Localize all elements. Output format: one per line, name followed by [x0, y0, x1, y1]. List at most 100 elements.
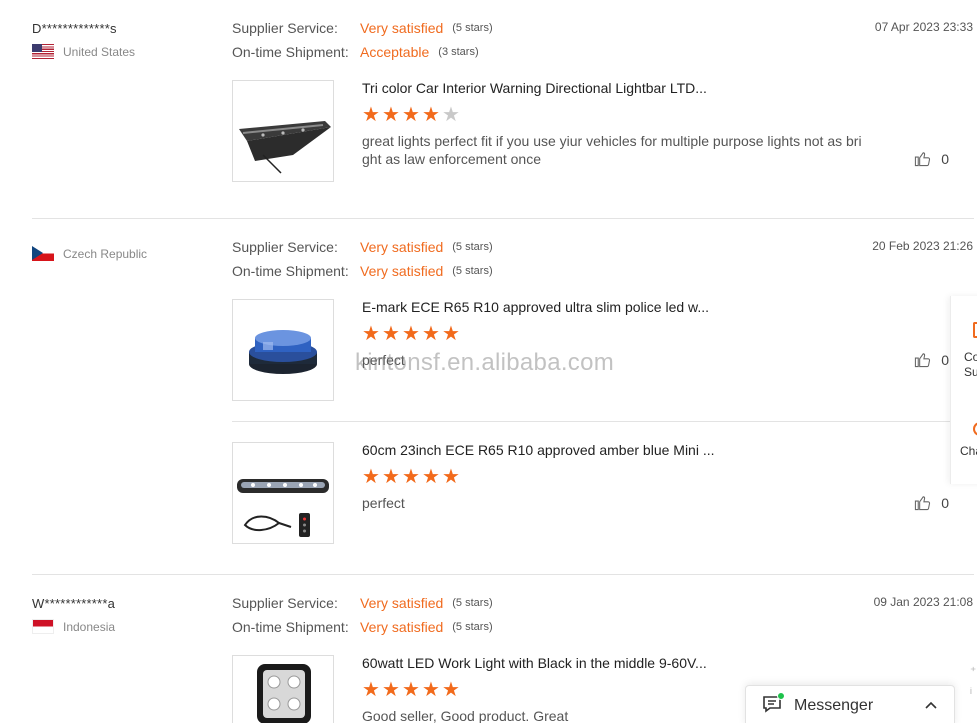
chat-now-label[interactable]: Cha — [960, 444, 977, 458]
country-name: Czech Republic — [63, 246, 148, 261]
like-count: 0 — [941, 150, 949, 167]
product-thumbnail[interactable] — [232, 80, 334, 182]
ontime-shipment-row: On-time Shipment: Very satisfied (5 star… — [232, 259, 493, 283]
star-filled-icon: ★ — [382, 466, 400, 488]
product-review: E-mark ECE R65 R10 approved ultra slim p… — [232, 299, 977, 401]
star-filled-icon: ★ — [442, 323, 460, 345]
seller-ratings: Supplier Service: Very satisfied (5 star… — [232, 591, 493, 639]
lightbar-image — [239, 121, 331, 174]
ontime-shipment-row: On-time Shipment: Very satisfied (5 star… — [232, 615, 493, 639]
star-filled-icon: ★ — [442, 679, 460, 701]
product-rating: ★ ★ ★ ★ ★ — [362, 323, 460, 345]
product-divider — [232, 421, 974, 422]
country-name: United States — [63, 44, 136, 59]
product-title-link[interactable]: Tri color Car Interior Warning Direction… — [362, 80, 707, 96]
seller-ratings: Supplier Service: Very satisfied (5 star… — [232, 16, 493, 64]
review-text: great lights perfect fit if you use yiur… — [362, 133, 862, 167]
czech-flag-icon — [32, 246, 54, 261]
star-filled-icon: ★ — [362, 466, 380, 488]
product-title-link[interactable]: E-mark ECE R65 R10 approved ultra slim p… — [362, 299, 709, 315]
chevron-up-icon[interactable] — [924, 700, 938, 710]
star-filled-icon: ★ — [382, 323, 400, 345]
us-flag-icon — [32, 44, 54, 59]
ontime-shipment-value: Very satisfied — [360, 263, 444, 279]
review-date: 09 Jan 2023 21:08 — [873, 595, 973, 609]
supplier-service-stars: (5 stars) — [452, 241, 493, 253]
ontime-shipment-stars: (5 stars) — [452, 265, 493, 277]
ontime-shipment-row: On-time Shipment: Acceptable (3 stars) — [232, 40, 493, 64]
supplier-service-value: Very satisfied — [360, 20, 444, 36]
star-filled-icon: ★ — [362, 679, 380, 701]
review-text: perfect — [362, 495, 405, 511]
star-filled-icon: ★ — [382, 679, 400, 701]
star-empty-icon: ★ — [442, 104, 460, 126]
chat-now-icon[interactable] — [973, 422, 977, 436]
star-filled-icon: ★ — [402, 323, 420, 345]
reviewer-name: W************a — [32, 596, 116, 611]
contact-supplier-label[interactable]: Co Su r — [964, 350, 977, 380]
online-indicator — [777, 691, 785, 700]
star-filled-icon: ★ — [402, 679, 420, 701]
ontime-shipment-stars: (5 stars) — [452, 621, 493, 633]
star-filled-icon: ★ — [402, 104, 420, 126]
reviewer-country: United States — [32, 44, 135, 59]
reviewer-country: Czech Republic — [32, 246, 147, 261]
star-filled-icon: ★ — [442, 466, 460, 488]
seller-ratings: Supplier Service: Very satisfied (5 star… — [232, 235, 493, 283]
star-filled-icon: ★ — [422, 323, 440, 345]
thumbs-up-icon — [915, 496, 931, 511]
product-review: 60cm 23inch ECE R65 R10 approved amber b… — [232, 442, 977, 544]
reviewer-country: Indonesia — [32, 619, 115, 634]
supplier-service-label: Supplier Service: — [232, 239, 338, 255]
work-light-image — [257, 664, 311, 723]
supplier-service-label: Supplier Service: — [232, 595, 338, 611]
product-title-link[interactable]: 60cm 23inch ECE R65 R10 approved amber b… — [362, 442, 715, 458]
thumbs-up-icon — [915, 353, 931, 368]
like-button[interactable]: 0 — [914, 351, 949, 368]
like-button[interactable]: 0 — [914, 150, 949, 167]
ontime-shipment-label: On-time Shipment: — [232, 263, 349, 279]
review-divider — [32, 574, 974, 575]
like-count: 0 — [941, 494, 949, 511]
like-button[interactable]: 0 — [914, 494, 949, 511]
star-filled-icon: ★ — [422, 466, 440, 488]
product-rating: ★ ★ ★ ★ ★ — [362, 466, 460, 488]
floating-side-panel: Co Su r Cha — [950, 296, 977, 484]
supplier-service-row: Supplier Service: Very satisfied (5 star… — [232, 591, 493, 615]
star-filled-icon: ★ — [422, 679, 440, 701]
ontime-shipment-stars: (3 stars) — [438, 46, 479, 58]
product-thumbnail[interactable] — [232, 299, 334, 401]
supplier-service-stars: (5 stars) — [452, 22, 493, 34]
ontime-shipment-value: Acceptable — [360, 44, 430, 60]
ontime-shipment-value: Very satisfied — [360, 619, 444, 635]
review-divider — [32, 218, 974, 219]
star-filled-icon: ★ — [422, 104, 440, 126]
product-thumbnail[interactable] — [232, 655, 334, 723]
supplier-service-value: Very satisfied — [360, 239, 444, 255]
product-rating: ★ ★ ★ ★ ★ — [362, 679, 460, 701]
review-date: 07 Apr 2023 23:33 — [874, 20, 973, 34]
supplier-service-value: Very satisfied — [360, 595, 444, 611]
supplier-service-label: Supplier Service: — [232, 20, 338, 36]
indonesia-flag-icon — [32, 619, 54, 634]
product-title-link[interactable]: 60watt LED Work Light with Black in the … — [362, 655, 707, 671]
thumbs-up-icon — [915, 152, 931, 167]
like-count: 0 — [941, 351, 949, 368]
product-thumbnail[interactable] — [232, 442, 334, 544]
mini-lightbar-image — [237, 479, 329, 537]
supplier-service-row: Supplier Service: Very satisfied (5 star… — [232, 235, 493, 259]
review-date: 20 Feb 2023 21:26 — [872, 239, 973, 253]
messenger-label: Messenger — [794, 697, 874, 714]
star-filled-icon: ★ — [402, 466, 420, 488]
supplier-service-row: Supplier Service: Very satisfied (5 star… — [232, 16, 493, 40]
ontime-shipment-label: On-time Shipment: — [232, 44, 349, 60]
country-name: Indonesia — [63, 619, 116, 634]
contact-supplier-icon[interactable] — [973, 322, 977, 338]
star-filled-icon: ★ — [362, 323, 380, 345]
reviewer-name: D*************s — [32, 21, 117, 36]
messenger-bar[interactable]: Messenger — [745, 685, 955, 723]
beacon-image — [249, 330, 317, 374]
ontime-shipment-label: On-time Shipment: — [232, 619, 349, 635]
star-filled-icon: ★ — [362, 104, 380, 126]
supplier-service-stars: (5 stars) — [452, 597, 493, 609]
